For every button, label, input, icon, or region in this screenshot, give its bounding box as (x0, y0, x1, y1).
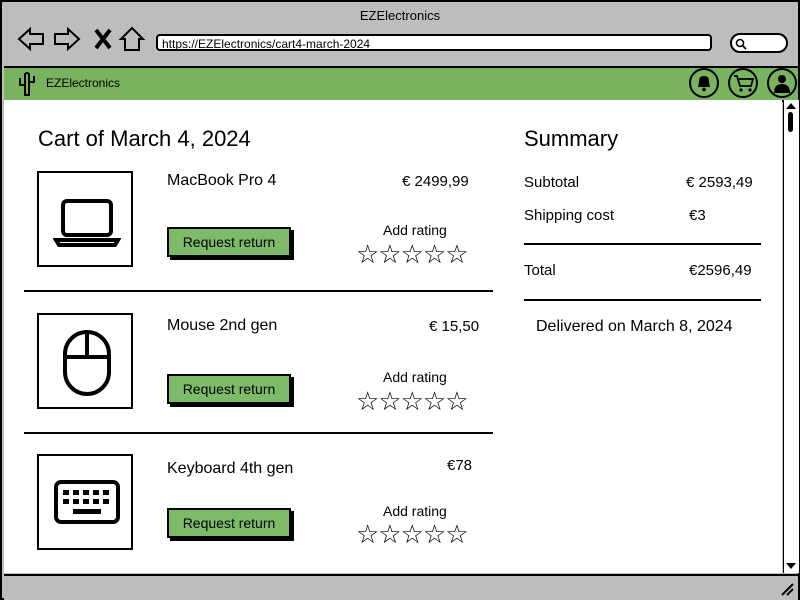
page-content: Cart of March 4, 2024 MacBook Pro 4 € 24… (4, 100, 782, 573)
url-bar[interactable]: https://EZElectronics/cart4-march-2024 (156, 34, 712, 51)
cactus-logo-icon (19, 72, 35, 96)
vertical-scrollbar[interactable] (783, 100, 799, 573)
shipping-value: €3 (689, 207, 706, 224)
window-title: EZElectronics (359, 8, 441, 23)
request-return-button[interactable]: Request return (167, 227, 291, 257)
delivery-status: Delivered on March 8, 2024 (536, 318, 733, 335)
request-return-button[interactable]: Request return (167, 508, 291, 538)
forward-icon[interactable] (52, 24, 82, 54)
shipping-label: Shipping cost (524, 207, 615, 224)
product-price: € 15,50 (429, 318, 480, 335)
app-header: EZElectronics (4, 66, 798, 102)
summary-title: Summary (524, 126, 619, 151)
bell-icon (698, 76, 710, 92)
product-price: € 2499,99 (402, 173, 469, 190)
divider (24, 290, 493, 292)
browser-window: EZElectronics https://EZElectronics/cart… (0, 0, 800, 600)
notifications-button[interactable] (689, 68, 719, 98)
add-rating-label: Add rating (383, 369, 447, 385)
add-rating-label: Add rating (383, 222, 447, 238)
user-icon (774, 75, 790, 93)
request-return-button[interactable]: Request return (167, 374, 291, 404)
close-icon[interactable] (88, 24, 118, 54)
profile-button[interactable] (767, 68, 797, 98)
subtotal-label: Subtotal (524, 174, 580, 191)
divider (24, 432, 493, 434)
subtotal-value: € 2593,49 (686, 174, 753, 191)
product-thumbnail (37, 454, 133, 550)
scroll-down-icon[interactable] (785, 562, 797, 570)
product-thumbnail (37, 171, 133, 267)
scroll-up-icon[interactable] (785, 102, 797, 110)
scrollbar-thumb[interactable] (788, 112, 793, 132)
keyboard-icon (54, 480, 120, 524)
product-name: MacBook Pro 4 (167, 172, 277, 189)
rating-stars[interactable]: ☆☆☆☆☆ (356, 521, 469, 547)
product-name: Mouse 2nd gen (167, 317, 278, 334)
divider (524, 299, 761, 301)
product-name: Keyboard 4th gen (167, 460, 294, 477)
status-bar (4, 574, 798, 600)
brand-name: EZElectronics (46, 76, 121, 90)
laptop-icon (53, 199, 121, 247)
resize-grip-icon[interactable] (780, 582, 794, 596)
mouse-icon (63, 330, 111, 396)
cart-button[interactable] (728, 68, 758, 98)
rating-stars[interactable]: ☆☆☆☆☆ (356, 241, 469, 267)
add-rating-label: Add rating (383, 503, 447, 519)
total-value: €2596,49 (689, 262, 752, 279)
back-icon[interactable] (16, 24, 46, 54)
product-price: €78 (447, 457, 473, 474)
divider (524, 243, 761, 245)
home-icon[interactable] (117, 24, 147, 54)
browser-search[interactable] (730, 33, 788, 53)
total-label: Total (524, 262, 556, 279)
page-title: Cart of March 4, 2024 (38, 126, 251, 151)
rating-stars[interactable]: ☆☆☆☆☆ (356, 388, 469, 414)
cart-icon (734, 75, 755, 92)
search-icon (735, 38, 747, 50)
product-thumbnail (37, 313, 133, 409)
